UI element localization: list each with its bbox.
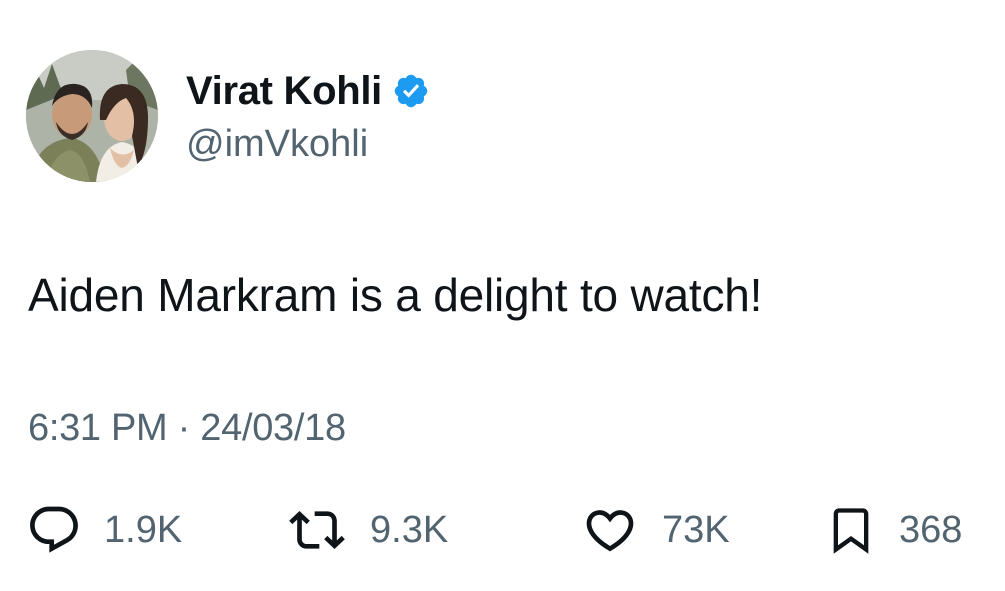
tweet-text: Aiden Markram is a delight to watch!: [28, 269, 763, 321]
verified-badge-icon: [392, 72, 430, 110]
reply-count: 1.9K: [104, 509, 183, 551]
author-line: Virat Kohli: [186, 68, 430, 114]
profile-photo: [26, 50, 158, 182]
like-button[interactable]: 73K: [580, 500, 730, 560]
handle[interactable]: @imVkohli: [186, 122, 368, 166]
reply-button[interactable]: 1.9K: [26, 500, 182, 560]
bookmark-count: 368: [899, 509, 963, 551]
bookmark-button[interactable]: 368: [825, 500, 962, 560]
retweet-icon: [289, 511, 345, 549]
action-bar: 1.9K 9.3K 73K 368: [0, 500, 1005, 560]
like-count: 73K: [662, 509, 730, 551]
retweet-count: 9.3K: [370, 509, 449, 551]
display-name[interactable]: Virat Kohli: [186, 68, 382, 114]
tweet-card: Virat Kohli @imVkohli Aiden Markram is a…: [0, 0, 1005, 591]
timestamp[interactable]: 6:31 PM · 24/03/18: [28, 406, 346, 450]
heart-icon: [586, 510, 634, 552]
bookmark-icon: [833, 508, 869, 554]
avatar[interactable]: [26, 50, 158, 182]
reply-icon: [30, 506, 78, 553]
retweet-button[interactable]: 9.3K: [286, 500, 448, 560]
